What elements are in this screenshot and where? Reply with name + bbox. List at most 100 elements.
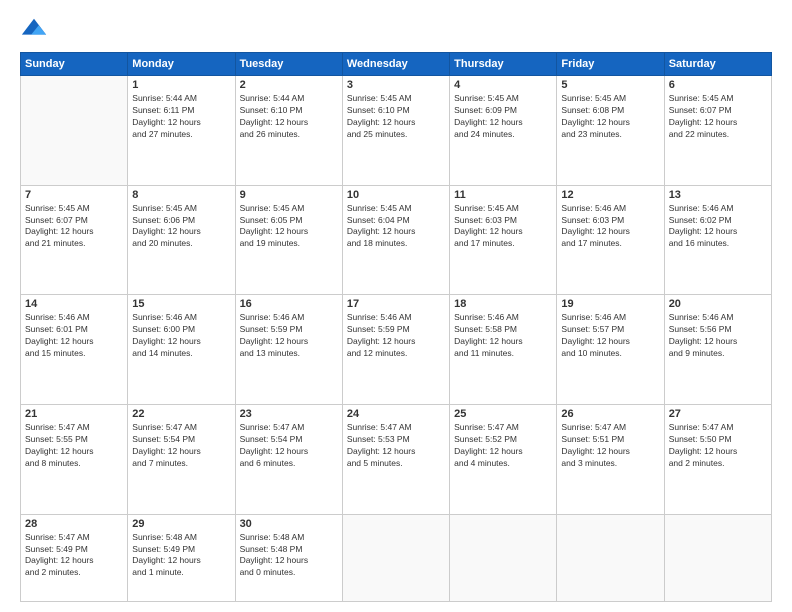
day-info: Sunrise: 5:48 AM Sunset: 5:48 PM Dayligh…	[240, 532, 338, 580]
day-info: Sunrise: 5:46 AM Sunset: 5:59 PM Dayligh…	[347, 312, 445, 360]
calendar-cell: 7 Sunrise: 5:45 AM Sunset: 6:07 PM Daylig…	[21, 185, 128, 295]
day-info: Sunrise: 5:44 AM Sunset: 6:10 PM Dayligh…	[240, 93, 338, 141]
day-number: 22	[132, 408, 230, 420]
calendar-day-header: Thursday	[450, 53, 557, 76]
day-number: 12	[561, 189, 659, 201]
calendar-cell: 9 Sunrise: 5:45 AM Sunset: 6:05 PM Daylig…	[235, 185, 342, 295]
calendar-cell: 24 Sunrise: 5:47 AM Sunset: 5:53 PM Dayli…	[342, 405, 449, 515]
day-info: Sunrise: 5:48 AM Sunset: 5:49 PM Dayligh…	[132, 532, 230, 580]
day-info: Sunrise: 5:46 AM Sunset: 6:03 PM Dayligh…	[561, 203, 659, 251]
day-number: 13	[669, 189, 767, 201]
calendar-day-header: Wednesday	[342, 53, 449, 76]
calendar-cell: 21 Sunrise: 5:47 AM Sunset: 5:55 PM Dayli…	[21, 405, 128, 515]
day-info: Sunrise: 5:45 AM Sunset: 6:06 PM Dayligh…	[132, 203, 230, 251]
calendar-week-row: 21 Sunrise: 5:47 AM Sunset: 5:55 PM Dayli…	[21, 405, 772, 515]
calendar-cell: 14 Sunrise: 5:46 AM Sunset: 6:01 PM Dayli…	[21, 295, 128, 405]
day-number: 28	[25, 518, 123, 530]
logo-icon	[20, 16, 48, 44]
day-number: 19	[561, 298, 659, 310]
calendar-cell: 12 Sunrise: 5:46 AM Sunset: 6:03 PM Dayli…	[557, 185, 664, 295]
calendar-cell: 27Sunrise: 5:47 AM Sunset: 5:50 PM Dayli…	[664, 405, 771, 515]
day-number: 6	[669, 79, 767, 91]
calendar-cell	[664, 514, 771, 601]
day-info: Sunrise: 5:46 AM Sunset: 6:01 PM Dayligh…	[25, 312, 123, 360]
day-info: Sunrise: 5:47 AM Sunset: 5:55 PM Dayligh…	[25, 422, 123, 470]
calendar-cell	[557, 514, 664, 601]
calendar-week-row: 28Sunrise: 5:47 AM Sunset: 5:49 PM Dayli…	[21, 514, 772, 601]
day-info: Sunrise: 5:45 AM Sunset: 6:07 PM Dayligh…	[25, 203, 123, 251]
calendar-cell: 16Sunrise: 5:46 AM Sunset: 5:59 PM Dayli…	[235, 295, 342, 405]
calendar-cell: 6 Sunrise: 5:45 AM Sunset: 6:07 PM Daylig…	[664, 76, 771, 186]
day-number: 18	[454, 298, 552, 310]
calendar-cell: 23 Sunrise: 5:47 AM Sunset: 5:54 PM Dayli…	[235, 405, 342, 515]
calendar-cell: 13 Sunrise: 5:46 AM Sunset: 6:02 PM Dayli…	[664, 185, 771, 295]
day-number: 5	[561, 79, 659, 91]
day-info: Sunrise: 5:45 AM Sunset: 6:08 PM Dayligh…	[561, 93, 659, 141]
calendar-cell: 11 Sunrise: 5:45 AM Sunset: 6:03 PM Dayli…	[450, 185, 557, 295]
calendar-day-header: Sunday	[21, 53, 128, 76]
calendar-cell: 3Sunrise: 5:45 AM Sunset: 6:10 PM Daylig…	[342, 76, 449, 186]
calendar-cell: 28Sunrise: 5:47 AM Sunset: 5:49 PM Dayli…	[21, 514, 128, 601]
calendar-cell	[21, 76, 128, 186]
day-info: Sunrise: 5:47 AM Sunset: 5:53 PM Dayligh…	[347, 422, 445, 470]
day-number: 2	[240, 79, 338, 91]
calendar-day-header: Saturday	[664, 53, 771, 76]
header	[20, 16, 772, 44]
day-number: 26	[561, 408, 659, 420]
logo	[20, 16, 52, 44]
day-number: 20	[669, 298, 767, 310]
calendar-day-header: Friday	[557, 53, 664, 76]
calendar-header-row: SundayMondayTuesdayWednesdayThursdayFrid…	[21, 53, 772, 76]
day-number: 14	[25, 298, 123, 310]
calendar-day-header: Monday	[128, 53, 235, 76]
calendar-cell: 17 Sunrise: 5:46 AM Sunset: 5:59 PM Dayli…	[342, 295, 449, 405]
calendar-cell	[450, 514, 557, 601]
day-info: Sunrise: 5:46 AM Sunset: 6:02 PM Dayligh…	[669, 203, 767, 251]
day-info: Sunrise: 5:44 AM Sunset: 6:11 PM Dayligh…	[132, 93, 230, 141]
day-info: Sunrise: 5:47 AM Sunset: 5:54 PM Dayligh…	[132, 422, 230, 470]
calendar-cell: 2 Sunrise: 5:44 AM Sunset: 6:10 PM Daylig…	[235, 76, 342, 186]
day-info: Sunrise: 5:45 AM Sunset: 6:03 PM Dayligh…	[454, 203, 552, 251]
calendar-week-row: 1 Sunrise: 5:44 AM Sunset: 6:11 PM Daylig…	[21, 76, 772, 186]
calendar-table: SundayMondayTuesdayWednesdayThursdayFrid…	[20, 52, 772, 602]
day-info: Sunrise: 5:45 AM Sunset: 6:05 PM Dayligh…	[240, 203, 338, 251]
calendar-cell: 10Sunrise: 5:45 AM Sunset: 6:04 PM Dayli…	[342, 185, 449, 295]
day-info: Sunrise: 5:47 AM Sunset: 5:54 PM Dayligh…	[240, 422, 338, 470]
day-info: Sunrise: 5:45 AM Sunset: 6:09 PM Dayligh…	[454, 93, 552, 141]
calendar-cell: 20Sunrise: 5:46 AM Sunset: 5:56 PM Dayli…	[664, 295, 771, 405]
day-number: 9	[240, 189, 338, 201]
day-number: 24	[347, 408, 445, 420]
calendar-cell: 30 Sunrise: 5:48 AM Sunset: 5:48 PM Dayli…	[235, 514, 342, 601]
calendar-cell: 18 Sunrise: 5:46 AM Sunset: 5:58 PM Dayli…	[450, 295, 557, 405]
calendar-cell: 1 Sunrise: 5:44 AM Sunset: 6:11 PM Daylig…	[128, 76, 235, 186]
day-number: 25	[454, 408, 552, 420]
day-info: Sunrise: 5:47 AM Sunset: 5:51 PM Dayligh…	[561, 422, 659, 470]
day-number: 30	[240, 518, 338, 530]
day-number: 10	[347, 189, 445, 201]
calendar-cell: 15Sunrise: 5:46 AM Sunset: 6:00 PM Dayli…	[128, 295, 235, 405]
day-number: 17	[347, 298, 445, 310]
day-number: 1	[132, 79, 230, 91]
calendar-cell	[342, 514, 449, 601]
day-number: 11	[454, 189, 552, 201]
day-info: Sunrise: 5:46 AM Sunset: 5:57 PM Dayligh…	[561, 312, 659, 360]
calendar-cell: 8 Sunrise: 5:45 AM Sunset: 6:06 PM Daylig…	[128, 185, 235, 295]
calendar-week-row: 7 Sunrise: 5:45 AM Sunset: 6:07 PM Daylig…	[21, 185, 772, 295]
calendar-cell: 22 Sunrise: 5:47 AM Sunset: 5:54 PM Dayli…	[128, 405, 235, 515]
day-number: 7	[25, 189, 123, 201]
day-number: 4	[454, 79, 552, 91]
day-number: 16	[240, 298, 338, 310]
calendar-week-row: 14 Sunrise: 5:46 AM Sunset: 6:01 PM Dayli…	[21, 295, 772, 405]
day-number: 29	[132, 518, 230, 530]
day-number: 8	[132, 189, 230, 201]
day-info: Sunrise: 5:47 AM Sunset: 5:50 PM Dayligh…	[669, 422, 767, 470]
day-number: 21	[25, 408, 123, 420]
day-number: 3	[347, 79, 445, 91]
calendar-cell: 19 Sunrise: 5:46 AM Sunset: 5:57 PM Dayli…	[557, 295, 664, 405]
day-info: Sunrise: 5:45 AM Sunset: 6:07 PM Dayligh…	[669, 93, 767, 141]
day-number: 23	[240, 408, 338, 420]
day-info: Sunrise: 5:47 AM Sunset: 5:52 PM Dayligh…	[454, 422, 552, 470]
calendar-cell: 5 Sunrise: 5:45 AM Sunset: 6:08 PM Daylig…	[557, 76, 664, 186]
day-info: Sunrise: 5:46 AM Sunset: 5:58 PM Dayligh…	[454, 312, 552, 360]
calendar-cell: 4 Sunrise: 5:45 AM Sunset: 6:09 PM Daylig…	[450, 76, 557, 186]
